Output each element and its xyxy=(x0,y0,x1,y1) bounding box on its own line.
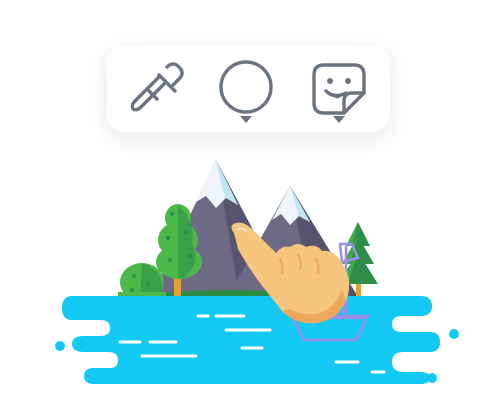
drawing-toolbar xyxy=(107,45,390,132)
shape-dropdown-caret-icon[interactable] xyxy=(239,115,253,125)
sticker-tool-button[interactable] xyxy=(304,53,374,125)
eyedropper-button[interactable] xyxy=(119,53,189,125)
eyedropper-icon xyxy=(130,62,184,112)
sticker-dropdown-caret-icon[interactable] xyxy=(332,115,346,125)
pointing-hand-icon xyxy=(231,222,350,324)
shape-tool-button[interactable] xyxy=(211,53,281,125)
canvas-stage xyxy=(0,0,498,413)
